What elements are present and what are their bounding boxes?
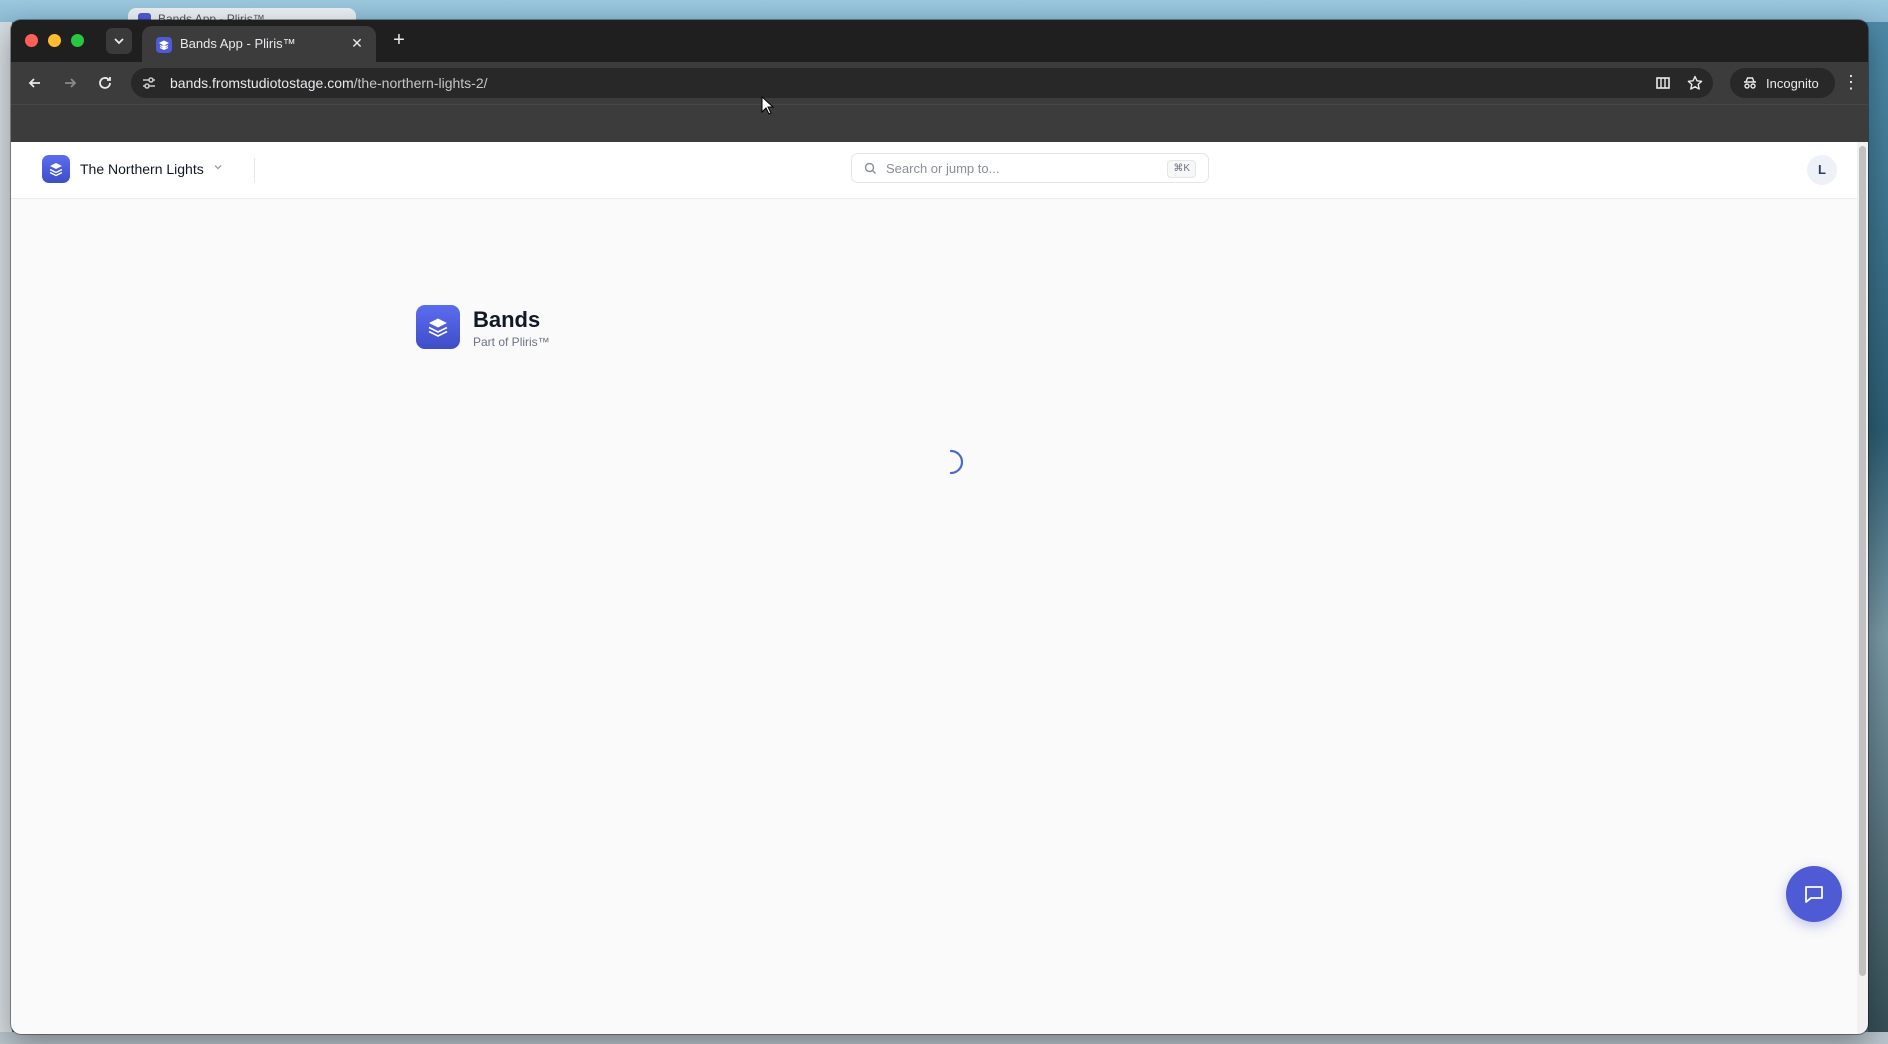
chat-bubble-icon — [1805, 886, 1823, 903]
page-scrollbar[interactable] — [1857, 142, 1868, 1034]
user-avatar[interactable]: L — [1807, 155, 1837, 185]
band-switcher[interactable]: The Northern Lights — [80, 161, 204, 177]
bands-favicon-icon — [156, 37, 172, 53]
app-header: The Northern Lights Search or jump to...… — [11, 142, 1857, 199]
close-tab-icon[interactable]: ✕ — [348, 34, 366, 52]
reload-icon — [99, 77, 111, 89]
brand-title: Bands — [473, 307, 541, 332]
header-divider — [254, 158, 255, 182]
bookmarks-bar — [11, 104, 1868, 143]
arrow-right-icon — [65, 78, 77, 88]
chevron-down-icon[interactable] — [213, 162, 223, 175]
arrow-left-icon — [28, 78, 40, 88]
search-placeholder: Search or jump to... — [886, 161, 1000, 176]
tab-search-button[interactable] — [106, 28, 132, 54]
address-bar[interactable]: bands.fromstudiotostage.com/the-northern… — [131, 68, 1713, 98]
bands-logo-icon[interactable] — [42, 155, 70, 183]
search-icon — [864, 162, 876, 174]
browser-menu-button[interactable]: ⋮ — [1841, 71, 1861, 95]
tab-strip: Bands App - Pliris™ ✕ + — [11, 20, 1868, 62]
url-host: bands.fromstudiotostage.com — [170, 75, 354, 91]
desktop-wallpaper-edge — [1868, 22, 1888, 1044]
close-window-button[interactable] — [25, 34, 38, 47]
incognito-icon — [1744, 77, 1756, 89]
chevron-down-icon — [114, 38, 124, 45]
bands-logo-icon — [416, 305, 460, 349]
forward-button[interactable] — [58, 71, 82, 95]
site-settings-icon[interactable] — [140, 74, 158, 92]
browser-tab-active[interactable]: Bands App - Pliris™ ✕ — [142, 26, 376, 62]
url-text: bands.fromstudiotostage.com/the-northern… — [170, 75, 488, 91]
minimize-window-button[interactable] — [48, 34, 61, 47]
mouse-cursor-icon — [761, 96, 775, 115]
url-path: /the-northern-lights-2/ — [353, 75, 488, 91]
browser-window: Bands App - Pliris™ ✕ + bands.fromstudio… — [11, 20, 1868, 1034]
browser-toolbar: bands.fromstudiotostage.com/the-northern… — [11, 62, 1868, 104]
loading-spinner-icon — [949, 449, 964, 475]
back-button[interactable] — [23, 71, 47, 95]
search-input[interactable]: Search or jump to... ⌘K — [851, 153, 1209, 183]
search-shortcut-badge: ⌘K — [1167, 160, 1196, 178]
new-tab-button[interactable]: + — [387, 29, 411, 53]
reload-button[interactable] — [93, 71, 117, 95]
incognito-indicator[interactable]: Incognito — [1730, 68, 1835, 98]
chat-button[interactable] — [1786, 866, 1842, 922]
bookmark-star-icon[interactable] — [1686, 74, 1704, 92]
brand-subtitle: Part of Pliris™ — [473, 335, 550, 349]
tab-title: Bands App - Pliris™ — [180, 36, 296, 51]
reading-mode-icon[interactable] — [1654, 74, 1672, 92]
page-viewport: The Northern Lights Search or jump to...… — [11, 142, 1857, 1034]
zoom-window-button[interactable] — [71, 34, 84, 47]
scrollbar-thumb[interactable] — [1859, 146, 1866, 976]
